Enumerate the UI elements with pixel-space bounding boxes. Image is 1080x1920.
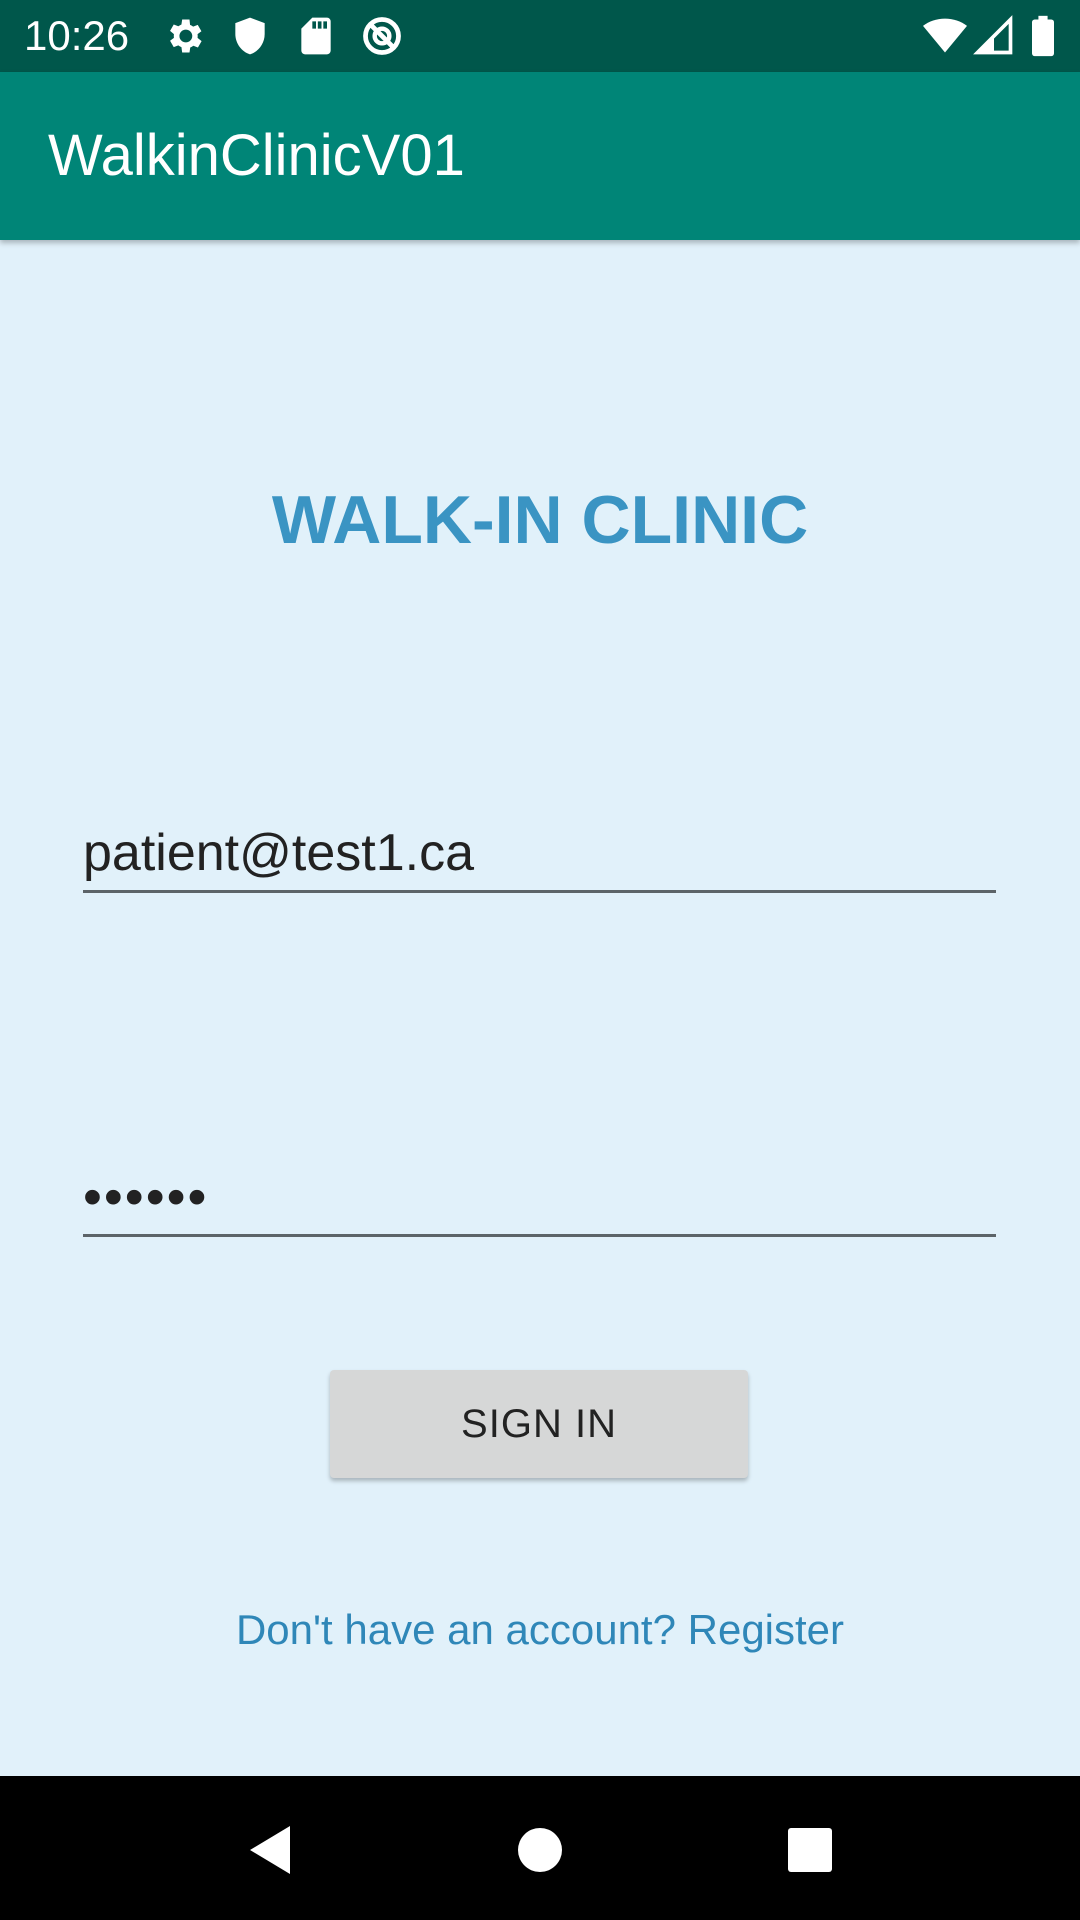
back-icon[interactable] xyxy=(228,1806,312,1890)
home-icon[interactable] xyxy=(498,1806,582,1890)
email-field[interactable] xyxy=(83,816,996,893)
cell-signal-icon xyxy=(972,14,1016,58)
app-title: WalkinClinicV01 xyxy=(48,123,465,188)
battery-icon xyxy=(1028,14,1072,58)
wifi-icon xyxy=(922,14,967,58)
app-bar: WalkinClinicV01 xyxy=(0,72,1080,240)
status-time: 10:26 xyxy=(24,12,130,59)
password-field[interactable] xyxy=(83,1160,996,1237)
shield-icon xyxy=(228,14,272,58)
clinic-heading: WALK-IN CLINIC xyxy=(271,482,809,558)
recents-icon[interactable] xyxy=(768,1806,852,1890)
no-data-icon xyxy=(360,14,404,58)
register-link[interactable]: Don't have an account? Register xyxy=(0,1602,1080,1658)
status-bar: 10:26 xyxy=(0,0,1080,72)
sign-in-button[interactable]: SIGN IN xyxy=(330,1370,748,1478)
navigation-bar xyxy=(0,1776,1080,1920)
sd-card-icon xyxy=(294,14,338,58)
gear-icon xyxy=(162,14,206,58)
sign-in-label: SIGN IN xyxy=(461,1401,617,1446)
